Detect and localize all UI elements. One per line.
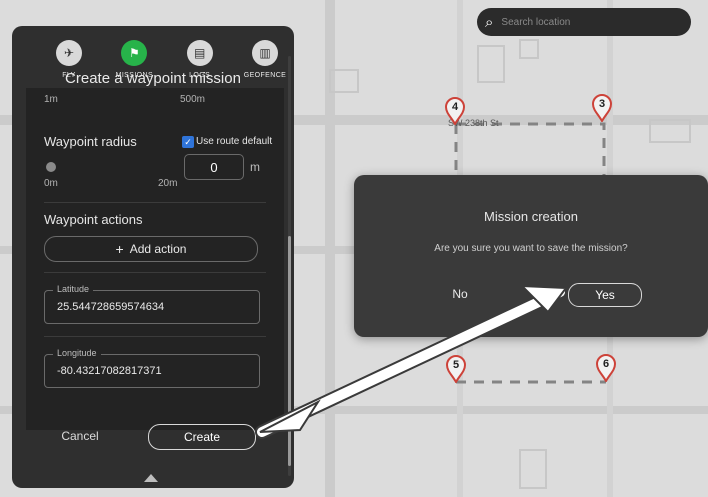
waypoint-radius-input[interactable]: 0 bbox=[184, 154, 244, 180]
search-location-bar[interactable]: ⌕ Search location bbox=[477, 8, 691, 36]
panel-title: Create a waypoint mission bbox=[65, 70, 241, 87]
geofence-icon: ▥ bbox=[251, 40, 278, 66]
longitude-label: Longitude bbox=[53, 348, 101, 358]
waypoint-radius-unit: m bbox=[250, 160, 260, 174]
waypoint-actions-title: Waypoint actions bbox=[44, 212, 143, 227]
latitude-value: 25.544728659574634 bbox=[57, 301, 165, 313]
create-button[interactable]: Create bbox=[148, 424, 256, 450]
longitude-value: -80.43217082817371 bbox=[57, 365, 162, 377]
dialog-title: Mission creation bbox=[484, 209, 578, 224]
add-action-button[interactable]: + Add action bbox=[44, 236, 258, 262]
plus-icon: + bbox=[115, 241, 124, 257]
panel-scroll-content[interactable]: 1m 500m Waypoint radius ✓ Use route defa… bbox=[26, 88, 284, 430]
yes-button[interactable]: Yes bbox=[568, 283, 642, 307]
no-button[interactable]: No bbox=[438, 283, 482, 305]
waypoint-radius-title: Waypoint radius bbox=[44, 134, 137, 149]
dialog-message: Are you sure you want to save the missio… bbox=[434, 243, 628, 254]
longitude-field[interactable]: Longitude -80.43217082817371 bbox=[44, 348, 260, 388]
document-icon: ▤ bbox=[186, 40, 213, 66]
divider bbox=[44, 272, 266, 273]
search-icon: ⌕ bbox=[485, 13, 494, 31]
latitude-field[interactable]: Latitude 25.544728659574634 bbox=[44, 284, 260, 324]
add-action-label: Add action bbox=[129, 242, 187, 256]
collapse-caret-icon[interactable] bbox=[144, 474, 158, 482]
waypoint-radius-value: 0 bbox=[210, 159, 218, 175]
flag-icon: ⚑ bbox=[121, 40, 148, 66]
divider bbox=[44, 336, 266, 337]
scale-max: 500m bbox=[180, 94, 206, 105]
scroll-thumb[interactable] bbox=[288, 236, 291, 466]
use-route-default-checkbox[interactable]: ✓ bbox=[182, 136, 194, 148]
cancel-button[interactable]: Cancel bbox=[42, 424, 118, 448]
scale-min: 1m bbox=[44, 94, 58, 105]
app-stage: SW 238th St 4 3 5 6 ⌕ Search location ✈ … bbox=[0, 0, 708, 497]
radius-slider-thumb[interactable] bbox=[46, 162, 56, 172]
radius-min: 0m bbox=[44, 178, 58, 189]
plane-icon: ✈ bbox=[56, 40, 82, 66]
divider bbox=[44, 202, 266, 203]
radius-max: 20m bbox=[158, 178, 178, 189]
search-placeholder: Search location bbox=[501, 16, 571, 28]
mission-creation-dialog: Mission creation Are you sure you want t… bbox=[354, 175, 708, 337]
use-route-default-label: Use route default bbox=[196, 136, 273, 147]
latitude-label: Latitude bbox=[53, 284, 94, 294]
mission-panel: ✈ FLY ⚑ MISSIONS ▤ LOGS ▥ GEOFENCE Creat… bbox=[12, 26, 294, 488]
